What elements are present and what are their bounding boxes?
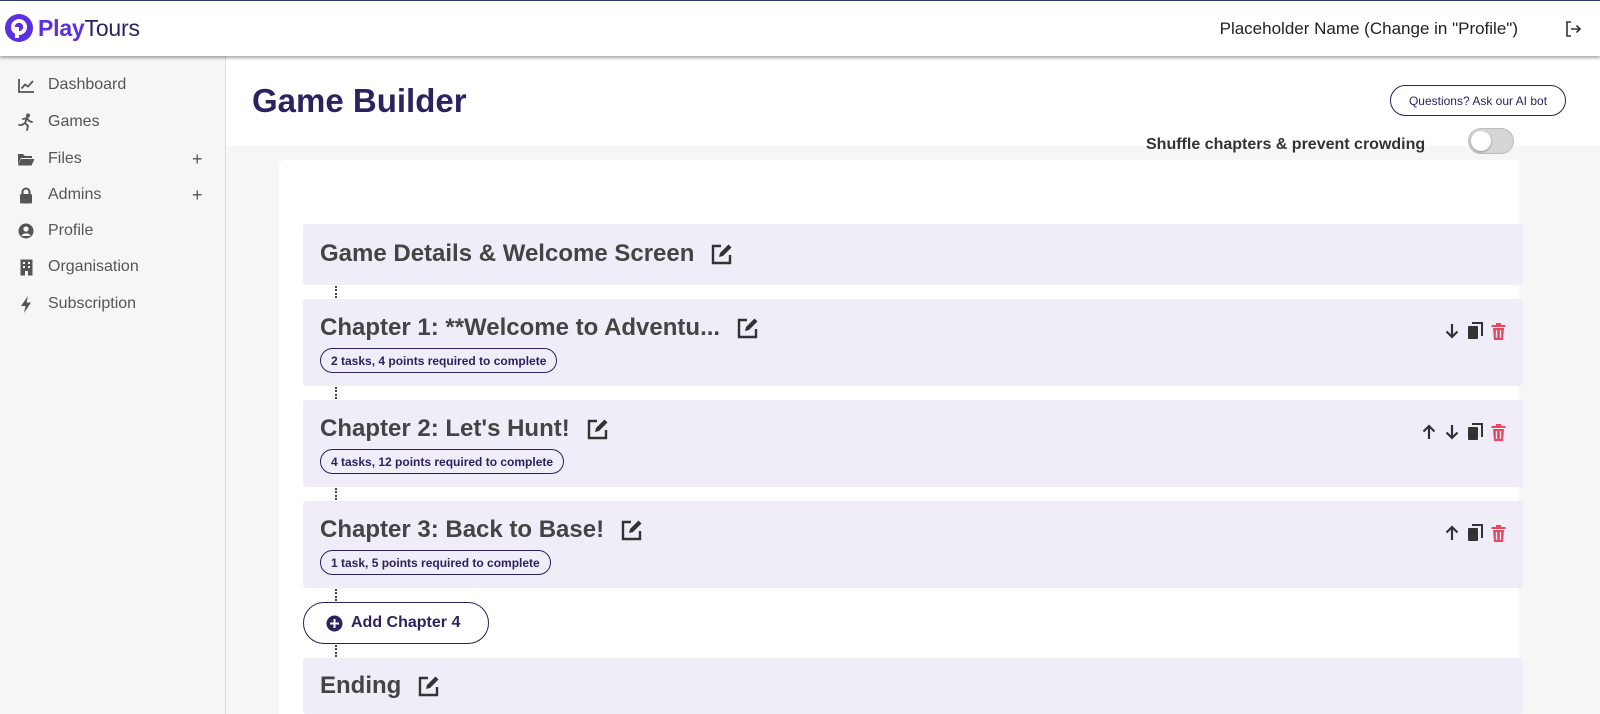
sidebar-item-label: Profile	[48, 222, 94, 239]
copy-icon[interactable]	[1466, 422, 1484, 442]
block-title: Chapter 2: Let's Hunt!	[320, 415, 610, 443]
app-name: PlayTours	[38, 14, 140, 41]
arrow-down-icon[interactable]	[1443, 321, 1461, 341]
edit-icon[interactable]	[586, 417, 610, 441]
block-title-text: Game Details & Welcome Screen	[320, 240, 695, 267]
chapter-summary-badge: 2 tasks, 4 points required to complete	[320, 348, 558, 373]
arrow-up-icon[interactable]	[1443, 523, 1461, 543]
top-bar: PlayTours Placeholder Name (Change in "P…	[0, 0, 1600, 56]
building-icon	[17, 258, 35, 276]
sidebar-item-files[interactable]: Files +	[0, 144, 226, 174]
chapter-block-1[interactable]: Chapter 1: **Welcome to Adventu... 2 tas…	[303, 299, 1523, 386]
block-title-text: Ending	[320, 672, 402, 699]
ask-ai-bot-button[interactable]: Questions? Ask our AI bot	[1390, 85, 1566, 116]
sidebar-item-label: Games	[48, 113, 100, 130]
sidebar-item-label: Files	[48, 150, 82, 167]
chapter-title: Chapter 3: Back to Base!	[320, 516, 605, 543]
edit-icon[interactable]	[710, 242, 734, 266]
sidebar-item-label: Dashboard	[48, 76, 127, 93]
connector-line	[335, 488, 337, 500]
add-chapter-button[interactable]: Add Chapter 4	[303, 602, 489, 644]
toggle-knob	[1471, 131, 1491, 151]
chapter-title: Chapter 1: **Welcome to Adventu...	[320, 314, 721, 341]
folder-open-icon	[17, 150, 35, 168]
chapter-summary-badge: 4 tasks, 12 points required to complete	[320, 449, 565, 474]
sidebar-item-label: Organisation	[48, 258, 139, 275]
sidebar-item-label: Subscription	[48, 295, 137, 312]
sidebar-item-label: Admins	[48, 186, 102, 203]
connector-line	[335, 387, 337, 399]
block-title: Ending	[320, 672, 441, 700]
plus-circle-icon	[326, 615, 343, 631]
game-details-block[interactable]: Game Details & Welcome Screen	[303, 224, 1523, 285]
block-title: Chapter 3: Back to Base!	[320, 516, 644, 544]
sidebar: Dashboard Games Files + Admins + Profile…	[0, 56, 226, 714]
page-header: Game Builder Questions? Ask our AI bot	[226, 56, 1600, 146]
user-name[interactable]: Placeholder Name (Change in "Profile")	[1220, 19, 1518, 39]
chapter-block-2[interactable]: Chapter 2: Let's Hunt! 4 tasks, 12 point…	[303, 400, 1523, 487]
sidebar-item-dashboard[interactable]: Dashboard	[0, 70, 226, 100]
add-chapter-label: Add Chapter 4	[351, 614, 461, 631]
chapter-actions	[1420, 422, 1507, 442]
sidebar-item-profile[interactable]: Profile	[0, 216, 226, 246]
running-icon	[17, 113, 35, 131]
lock-icon	[17, 186, 35, 204]
arrow-down-icon[interactable]	[1443, 422, 1461, 442]
edit-icon[interactable]	[620, 518, 644, 542]
connector-line	[335, 286, 337, 298]
sidebar-item-organisation[interactable]: Organisation	[0, 252, 226, 282]
shuffle-toggle[interactable]	[1468, 128, 1514, 154]
app-logo[interactable]: PlayTours	[4, 13, 140, 43]
chapter-actions	[1443, 523, 1507, 543]
chapter-title: Chapter 2: Let's Hunt!	[320, 415, 570, 442]
bolt-icon	[17, 295, 35, 313]
user-circle-icon	[17, 222, 35, 240]
chapter-block-3[interactable]: Chapter 3: Back to Base! 1 task, 5 point…	[303, 501, 1523, 588]
chart-line-icon	[17, 76, 35, 94]
trash-icon[interactable]	[1489, 321, 1507, 341]
page-title: Game Builder	[252, 82, 467, 119]
copy-icon[interactable]	[1466, 321, 1484, 341]
trash-icon[interactable]	[1489, 422, 1507, 442]
arrow-up-icon[interactable]	[1420, 422, 1438, 442]
chapter-summary-badge: 1 task, 5 points required to complete	[320, 550, 551, 575]
logout-icon[interactable]	[1564, 20, 1582, 38]
edit-icon[interactable]	[417, 674, 441, 698]
connector-line	[335, 645, 337, 657]
block-title: Game Details & Welcome Screen	[320, 240, 734, 268]
playtours-logo-icon	[5, 14, 33, 42]
edit-icon[interactable]	[736, 316, 760, 340]
trash-icon[interactable]	[1489, 523, 1507, 543]
shuffle-label: Shuffle chapters & prevent crowding	[1146, 136, 1426, 153]
expand-files-icon[interactable]: +	[192, 149, 203, 170]
chapter-actions	[1443, 321, 1507, 341]
sidebar-item-subscription[interactable]: Subscription	[0, 289, 226, 319]
expand-admins-icon[interactable]: +	[192, 185, 203, 206]
sidebar-item-admins[interactable]: Admins +	[0, 180, 226, 210]
sidebar-item-games[interactable]: Games	[0, 107, 226, 137]
block-title: Chapter 1: **Welcome to Adventu...	[320, 314, 760, 342]
connector-line	[335, 589, 337, 601]
ending-block[interactable]: Ending	[303, 658, 1523, 714]
copy-icon[interactable]	[1466, 523, 1484, 543]
